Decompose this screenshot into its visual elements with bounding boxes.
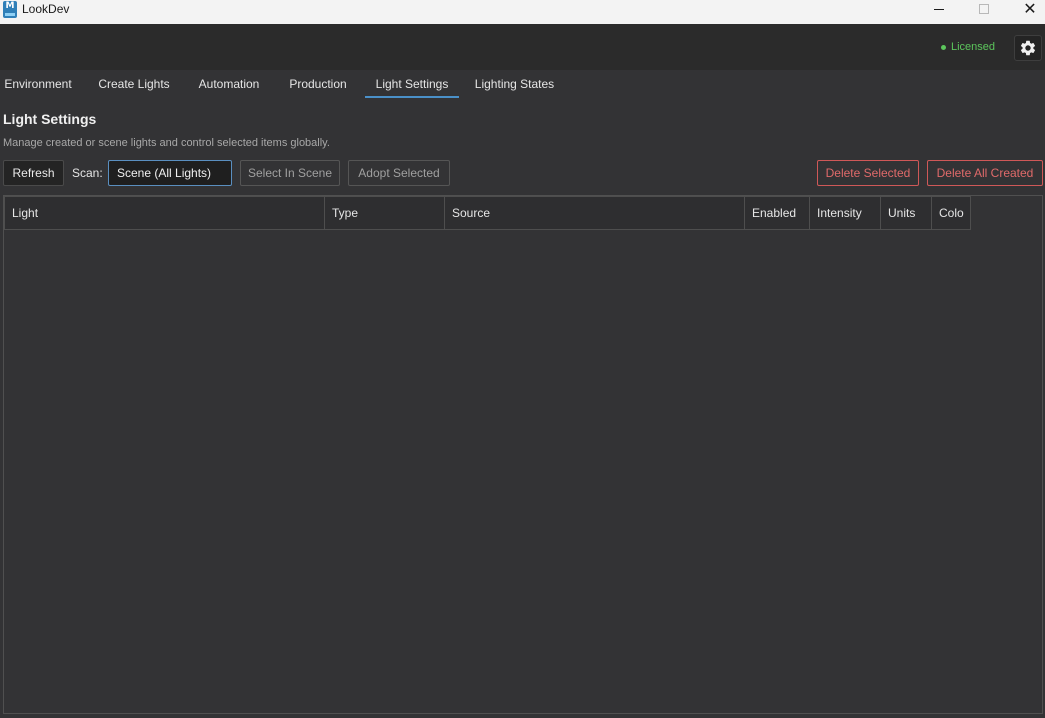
scan-mode-select[interactable]: Scene (All Lights) [108,160,232,186]
tab-lighting-states[interactable]: Lighting States [468,70,561,98]
column-header-intensity[interactable]: Intensity [809,196,881,230]
window-titlebar: M LookDev ✕ [0,0,1045,24]
gear-icon [1020,40,1036,56]
scan-label: Scan: [72,166,103,180]
column-header-source[interactable]: Source [444,196,745,230]
column-header-light[interactable]: Light [4,196,325,230]
close-icon: ✕ [1023,0,1037,18]
delete-selected-button[interactable]: Delete Selected [817,160,919,186]
minimize-icon [934,8,944,10]
column-header-type[interactable]: Type [324,196,445,230]
column-header-enabled[interactable]: Enabled [744,196,810,230]
refresh-button[interactable]: Refresh [3,160,64,186]
column-header-units[interactable]: Units [880,196,932,230]
table-body [4,230,1042,713]
tab-bar: Environment Create Lights Automation Pro… [0,70,1045,98]
settings-button[interactable] [1014,35,1042,61]
tab-production[interactable]: Production [281,70,355,98]
tab-create-lights[interactable]: Create Lights [89,70,179,98]
table-header: Light Type Source Enabled Intensity Unit… [4,196,1042,230]
license-dot-icon [940,44,946,50]
main-panel: Environment Create Lights Automation Pro… [0,70,1045,718]
header-strip: Licensed [0,24,1045,70]
minimize-button[interactable] [916,0,962,18]
tab-environment[interactable]: Environment [0,70,76,98]
lights-table[interactable]: Light Type Source Enabled Intensity Unit… [3,195,1043,714]
select-in-scene-button[interactable]: Select In Scene [240,160,340,186]
app-logo-letter: M [5,1,15,11]
adopt-selected-button[interactable]: Adopt Selected [348,160,450,186]
window-title: LookDev [22,2,70,16]
app-logo-icon: M [3,1,17,18]
close-button[interactable]: ✕ [1007,0,1045,18]
maximize-icon [979,4,989,14]
column-header-color[interactable]: Colo [931,196,971,230]
page-description: Manage created or scene lights and contr… [3,137,330,149]
tab-automation[interactable]: Automation [190,70,268,98]
page-title: Light Settings [3,111,97,127]
license-label: Licensed [950,41,995,53]
maximize-button[interactable] [961,0,1007,18]
delete-all-created-button[interactable]: Delete All Created [927,160,1043,186]
license-status: Licensed [940,41,995,53]
tab-light-settings[interactable]: Light Settings [365,70,459,98]
